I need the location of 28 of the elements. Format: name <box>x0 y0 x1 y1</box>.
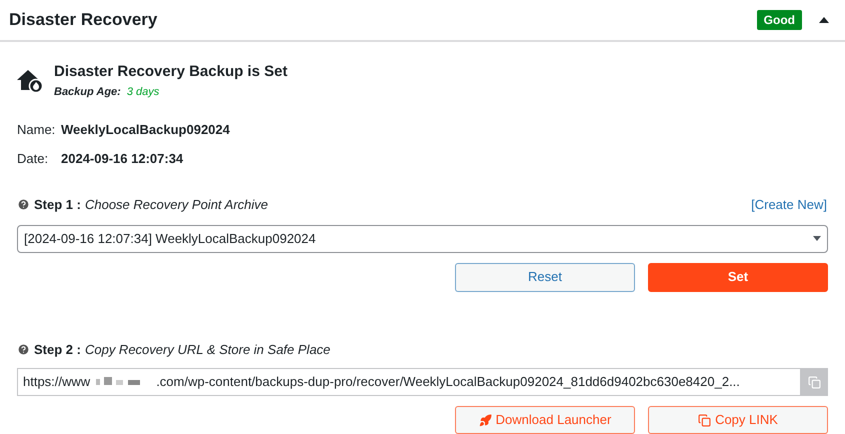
status-badge: Good <box>756 10 802 30</box>
detail-value: WeeklyLocalBackup092024 <box>61 121 230 139</box>
step-description: Choose Recovery Point Archive <box>84 196 268 214</box>
recovery-url-field[interactable]: https://www .com/wp-content/backups-dup-pro/recover/WeeklyLocalBackup092024_81dd6d9402bc630e8420_2... <box>17 368 800 396</box>
house-fire-icon <box>17 68 43 92</box>
detail-label: Name: <box>17 121 56 139</box>
copy-icon <box>698 414 712 426</box>
detail-label: Date: <box>17 150 50 168</box>
reset-button[interactable]: Reset <box>455 262 635 292</box>
panel-title: Disaster Recovery <box>9 9 158 32</box>
set-button[interactable]: Set <box>648 262 828 292</box>
archive-select[interactable]: [2024-09-16 12:07:34] WeeklyLocalBackup092024 <box>17 224 828 252</box>
download-launcher-button[interactable]: Download Launcher <box>455 406 635 434</box>
rocket-icon <box>478 414 492 426</box>
step-label: Step 2 : <box>34 340 81 359</box>
step-description: Copy Recovery URL & Store in Safe Place <box>84 340 330 359</box>
age-value: 3 days <box>126 84 160 100</box>
help-icon <box>17 342 30 356</box>
copy-icon <box>808 376 820 388</box>
copy-link-button[interactable]: Copy LINK <box>648 406 828 434</box>
age-label: Backup Age: <box>54 84 121 100</box>
create-new-link[interactable]: [Create New] <box>751 195 827 214</box>
status-title: Disaster Recovery Backup is Set <box>54 62 288 82</box>
detail-value: 2024-09-16 12:07:34 <box>61 150 184 168</box>
dropdown-caret-icon <box>813 236 821 241</box>
caret-icon <box>819 17 829 23</box>
help-icon <box>17 198 30 212</box>
step-label: Step 1 : <box>34 196 81 214</box>
